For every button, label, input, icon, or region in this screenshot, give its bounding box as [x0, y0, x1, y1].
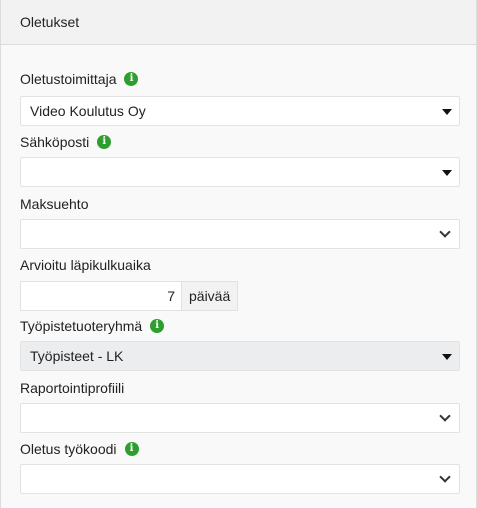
info-icon[interactable]: i — [124, 442, 139, 456]
chevron-down-icon[interactable] — [439, 226, 451, 238]
chevron-down-icon[interactable] — [439, 471, 451, 483]
workpoint-group-label: Työpistetuoteryhmä i — [20, 316, 165, 336]
info-icon[interactable]: i — [124, 72, 139, 86]
payment-term-select[interactable] — [20, 219, 460, 249]
caret-down-icon[interactable] — [442, 109, 452, 115]
lead-time-input-group: 7 päivää — [20, 281, 239, 311]
default-workcode-label-text: Oletus työkoodi — [20, 441, 117, 457]
chevron-down-icon[interactable] — [439, 410, 451, 422]
report-profile-label: Raportointiprofiili — [20, 378, 124, 398]
email-label: Sähköposti i — [20, 132, 112, 152]
lead-time-input[interactable]: 7 — [20, 281, 181, 311]
lead-time-unit: päivää — [181, 281, 239, 311]
default-supplier-label: Oletustoimittaja i — [20, 69, 139, 89]
caret-down-icon[interactable] — [442, 354, 452, 360]
workpoint-group-select[interactable]: Työpisteet - LK — [20, 341, 460, 371]
info-icon[interactable]: i — [150, 319, 165, 333]
lead-time-label-text: Arvioitu läpikulkuaika — [20, 257, 151, 273]
info-icon[interactable]: i — [97, 135, 112, 149]
default-workcode-label: Oletus työkoodi i — [20, 439, 139, 459]
email-select[interactable] — [20, 157, 460, 187]
default-workcode-select[interactable] — [20, 464, 460, 494]
lead-time-label: Arvioitu läpikulkuaika — [20, 255, 151, 275]
payment-term-label-text: Maksuehto — [20, 196, 89, 212]
default-supplier-label-text: Oletustoimittaja — [20, 71, 117, 87]
defaults-panel: Oletukset Oletustoimittaja i Video Koulu… — [0, 0, 477, 508]
report-profile-label-text: Raportointiprofiili — [20, 380, 125, 396]
report-profile-select[interactable] — [20, 403, 460, 433]
panel-title: Oletukset — [1, 0, 476, 45]
workpoint-group-value: Työpisteet - LK — [30, 348, 124, 364]
workpoint-group-label-text: Työpistetuoteryhmä — [20, 318, 143, 334]
payment-term-label: Maksuehto — [20, 194, 88, 214]
email-label-text: Sähköposti — [20, 134, 90, 150]
default-supplier-value: Video Koulutus Oy — [30, 103, 146, 119]
default-supplier-select[interactable]: Video Koulutus Oy — [20, 96, 460, 126]
caret-down-icon[interactable] — [442, 170, 452, 176]
